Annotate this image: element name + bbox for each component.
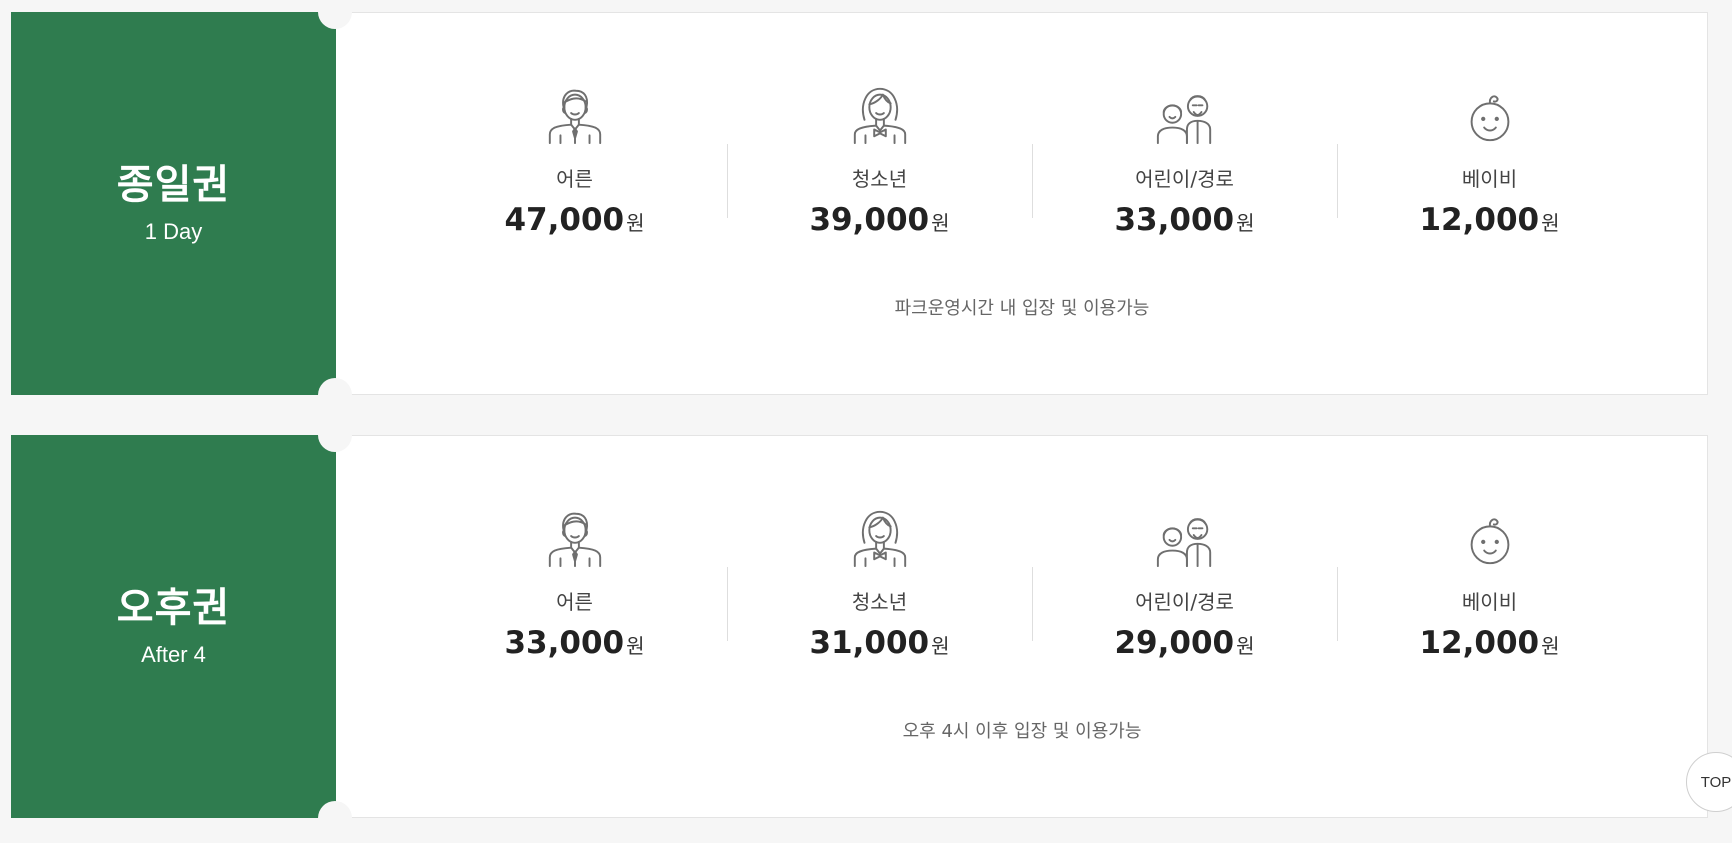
ticket-notch [318, 378, 352, 412]
price-label: 베이비 [1461, 167, 1518, 191]
ticket-note: 파크운영시간 내 입장 및 이용가능 [894, 298, 1150, 319]
price-amount: 12,000 원 [1419, 202, 1559, 238]
price-unit: 원 [626, 634, 645, 658]
ticket-stub: 오후권 After 4 [11, 435, 336, 818]
price-item-adult: 어른 33,000 원 [422, 506, 727, 661]
price-item-child-senior: 어린이/경로 29,000 원 [1032, 506, 1337, 661]
price-amount: 39,000 원 [809, 202, 949, 238]
price-unit: 원 [1541, 634, 1560, 658]
ticket-stub: 종일권 1 Day [11, 12, 336, 395]
price-amount: 33,000 원 [504, 625, 644, 661]
price-value: 12,000 [1419, 202, 1540, 238]
baby-icon [1459, 83, 1521, 145]
price-unit: 원 [931, 211, 950, 235]
price-item-baby: 베이비 12,000 원 [1337, 506, 1642, 661]
price-item-baby: 베이비 12,000 원 [1337, 83, 1642, 238]
price-item-youth: 청소년 31,000 원 [727, 506, 1032, 661]
price-label: 베이비 [1461, 590, 1518, 614]
price-value: 33,000 [504, 625, 625, 661]
ticket-card-after4: 오후권 After 4 어른 33,000 원 청소년 31,000 원 어린이… [11, 418, 1708, 835]
price-value: 29,000 [1114, 625, 1235, 661]
price-unit: 원 [626, 211, 645, 235]
price-item-adult: 어른 47,000 원 [422, 83, 727, 238]
price-amount: 33,000 원 [1114, 202, 1254, 238]
price-label: 어른 [556, 590, 593, 614]
price-label: 청소년 [851, 167, 908, 191]
ticket-notch [318, 0, 352, 29]
price-amount: 47,000 원 [504, 202, 644, 238]
price-unit: 원 [1236, 211, 1255, 235]
child-senior-icon [1154, 506, 1216, 568]
ticket-card-1day: 종일권 1 Day 어른 47,000 원 청소년 39,000 원 어린이/경… [11, 0, 1708, 412]
price-amount: 29,000 원 [1114, 625, 1254, 661]
man-icon [544, 506, 606, 568]
price-value: 33,000 [1114, 202, 1235, 238]
child-senior-icon [1154, 83, 1216, 145]
baby-icon [1459, 506, 1521, 568]
price-item-youth: 청소년 39,000 원 [727, 83, 1032, 238]
girl-icon [849, 506, 911, 568]
ticket-title: 종일권 [116, 161, 231, 208]
price-label: 어른 [556, 167, 593, 191]
ticket-notch [318, 418, 352, 452]
price-value: 39,000 [809, 202, 930, 238]
ticket-subtitle: After 4 [141, 641, 206, 667]
ticket-notch [318, 801, 352, 835]
girl-icon [849, 83, 911, 145]
price-unit: 원 [931, 634, 950, 658]
price-list: 어른 47,000 원 청소년 39,000 원 어린이/경로 33,000 원… [422, 83, 1642, 238]
ticket-note: 오후 4시 이후 입장 및 이용가능 [902, 721, 1142, 742]
ticket-title: 오후권 [116, 584, 231, 631]
price-unit: 원 [1236, 634, 1255, 658]
price-item-child-senior: 어린이/경로 33,000 원 [1032, 83, 1337, 238]
price-value: 12,000 [1419, 625, 1540, 661]
price-value: 47,000 [504, 202, 625, 238]
man-icon [544, 83, 606, 145]
price-label: 어린이/경로 [1135, 167, 1234, 191]
ticket-subtitle: 1 Day [144, 218, 203, 244]
price-amount: 31,000 원 [809, 625, 949, 661]
price-value: 31,000 [809, 625, 930, 661]
price-unit: 원 [1541, 211, 1560, 235]
price-label: 청소년 [851, 590, 908, 614]
price-label: 어린이/경로 [1135, 590, 1234, 614]
price-amount: 12,000 원 [1419, 625, 1559, 661]
price-list: 어른 33,000 원 청소년 31,000 원 어린이/경로 29,000 원… [422, 506, 1642, 661]
